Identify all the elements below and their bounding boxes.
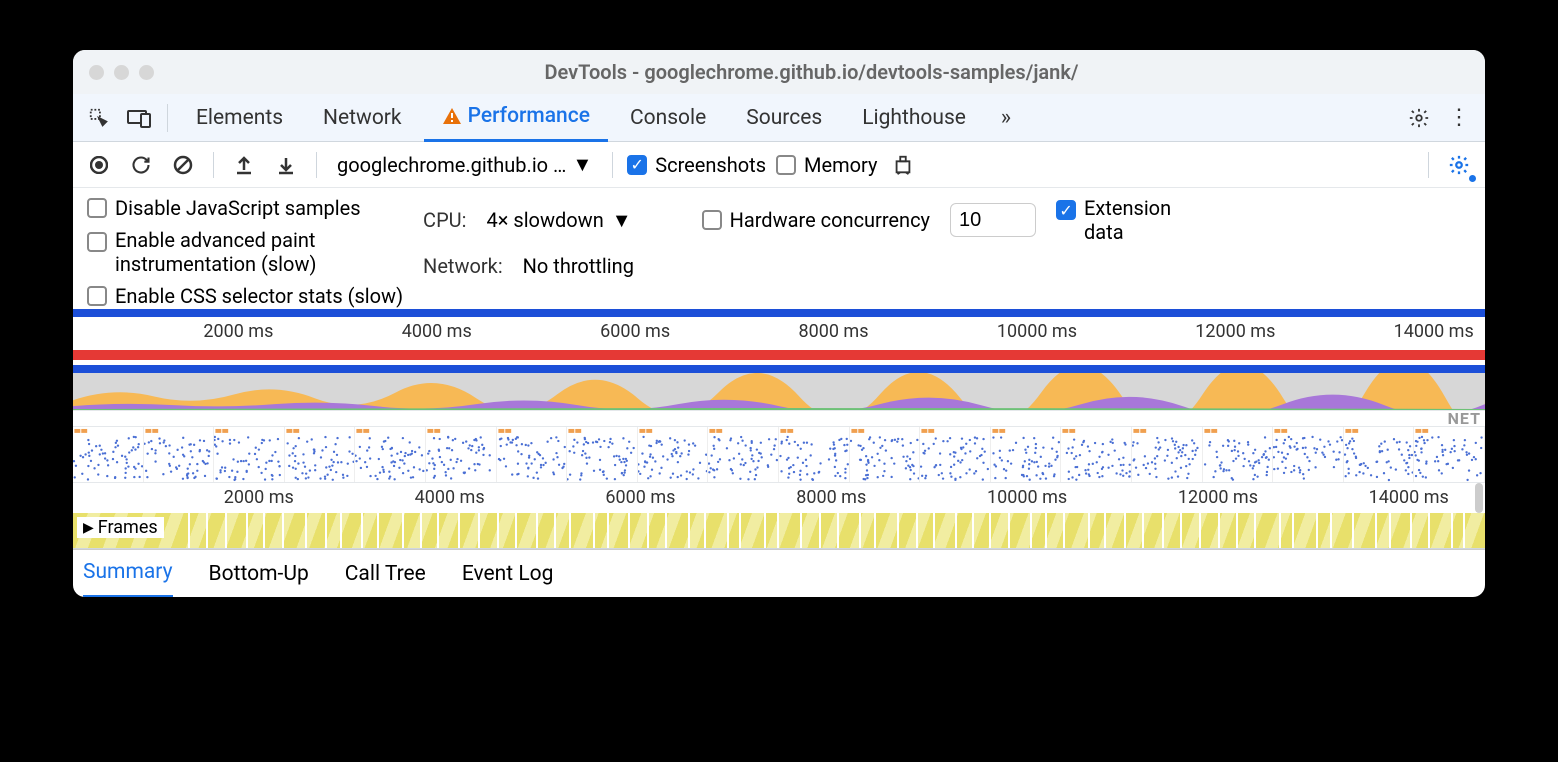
checkbox-checked-icon: ✓ xyxy=(627,155,647,175)
checkbox-icon xyxy=(87,232,107,252)
screenshot-thumb[interactable] xyxy=(779,427,850,482)
scrollbar[interactable] xyxy=(1475,483,1483,513)
titlebar: DevTools - googlechrome.github.io/devtoo… xyxy=(73,50,1485,94)
screenshot-thumb[interactable] xyxy=(1132,427,1203,482)
panel-tabbar: Elements Network Performance Console Sou… xyxy=(73,94,1485,142)
screenshot-thumb[interactable] xyxy=(214,427,285,482)
traffic-lights xyxy=(89,65,154,80)
memory-label: Memory xyxy=(804,153,877,177)
checkbox-icon xyxy=(87,198,107,218)
zoom-window-button[interactable] xyxy=(139,65,154,80)
tab-network[interactable]: Network xyxy=(305,94,420,142)
hardware-concurrency-checkbox[interactable]: Hardware concurrency xyxy=(702,208,930,232)
tab-summary[interactable]: Summary xyxy=(83,550,173,598)
checkbox-icon xyxy=(702,210,722,230)
screenshot-thumb[interactable] xyxy=(920,427,991,482)
screenshot-thumb[interactable] xyxy=(426,427,497,482)
origin-label: googlechrome.github.io … xyxy=(337,153,566,177)
screenshot-thumb[interactable] xyxy=(850,427,921,482)
screenshot-thumb[interactable] xyxy=(355,427,426,482)
screenshots-checkbox[interactable]: ✓ Screenshots xyxy=(627,153,766,177)
clear-button[interactable] xyxy=(167,149,199,181)
warning-icon xyxy=(442,107,462,125)
flamechart-ruler[interactable]: 2000 ms4000 ms6000 ms8000 ms10000 ms1200… xyxy=(73,483,1485,513)
network-lane[interactable]: NET xyxy=(73,411,1485,427)
screenshot-thumb[interactable] xyxy=(708,427,779,482)
devtools-window: DevTools - googlechrome.github.io/devtoo… xyxy=(73,50,1485,597)
disable-js-checkbox[interactable]: Disable JavaScript samples xyxy=(87,196,403,220)
record-button[interactable] xyxy=(83,149,115,181)
long-task-bar xyxy=(73,350,1485,360)
memory-checkbox[interactable]: Memory xyxy=(776,153,877,177)
tab-performance[interactable]: Performance xyxy=(424,94,608,142)
checkbox-icon xyxy=(776,155,796,175)
screenshot-thumb[interactable] xyxy=(1414,427,1485,482)
garbage-collect-button[interactable] xyxy=(887,149,919,181)
close-window-button[interactable] xyxy=(89,65,104,80)
capture-options: Disable JavaScript samples Enable advanc… xyxy=(73,188,1485,313)
screenshot-thumb[interactable] xyxy=(497,427,568,482)
hw-label: Hardware concurrency xyxy=(730,208,930,232)
window-title: DevTools - googlechrome.github.io/devtoo… xyxy=(154,60,1469,84)
settings-icon[interactable] xyxy=(1401,100,1437,136)
performance-toolbar: googlechrome.github.io … ▼ ✓ Screenshots… xyxy=(73,142,1485,188)
tab-sources[interactable]: Sources xyxy=(728,94,840,142)
disable-js-label: Disable JavaScript samples xyxy=(115,196,361,220)
screenshot-thumb[interactable] xyxy=(1203,427,1274,482)
tab-event-log[interactable]: Event Log xyxy=(462,550,554,598)
screenshot-thumb[interactable] xyxy=(144,427,215,482)
hardware-concurrency-input[interactable] xyxy=(950,203,1036,237)
overview-highlight: 2000 ms4000 ms6000 ms8000 ms10000 ms1200… xyxy=(73,309,1485,373)
capture-settings-icon[interactable] xyxy=(1443,149,1475,181)
upload-button[interactable] xyxy=(228,149,260,181)
download-button[interactable] xyxy=(270,149,302,181)
network-label: Network: xyxy=(423,254,503,278)
minimize-window-button[interactable] xyxy=(114,65,129,80)
checkbox-checked-icon: ✓ xyxy=(1056,200,1076,220)
device-toolbar-icon[interactable] xyxy=(121,100,157,136)
cpu-throttle-select[interactable]: 4× slowdown ▼ xyxy=(487,208,632,233)
tab-call-tree[interactable]: Call Tree xyxy=(345,550,426,598)
tab-lighthouse[interactable]: Lighthouse xyxy=(844,94,984,142)
screenshot-thumb[interactable] xyxy=(1344,427,1415,482)
tab-bottom-up[interactable]: Bottom-Up xyxy=(209,550,309,598)
more-tabs-icon[interactable]: » xyxy=(988,100,1024,136)
tab-elements[interactable]: Elements xyxy=(178,94,301,142)
advanced-paint-label: Enable advanced paint instrumentation (s… xyxy=(115,228,316,276)
screenshot-thumb[interactable] xyxy=(567,427,638,482)
net-label: NET xyxy=(1448,409,1481,428)
inspect-element-icon[interactable] xyxy=(81,100,117,136)
chevron-down-icon: ▼ xyxy=(612,208,632,233)
cpu-label: CPU: xyxy=(423,208,466,232)
screenshots-label: Screenshots xyxy=(655,153,766,177)
checkbox-icon xyxy=(87,286,107,306)
expand-icon: ▶ xyxy=(83,520,94,536)
extension-data-checkbox[interactable]: ✓ Extension data xyxy=(1056,196,1171,244)
frames-track[interactable]: ▶ Frames xyxy=(73,513,1485,549)
screenshot-thumb[interactable] xyxy=(1061,427,1132,482)
cpu-chart[interactable] xyxy=(73,373,1485,411)
css-selector-label: Enable CSS selector stats (slow) xyxy=(115,284,403,308)
divider xyxy=(167,104,168,132)
frames-label: ▶ Frames xyxy=(77,517,164,538)
extension-data-label: Extension data xyxy=(1084,196,1171,244)
network-value: No throttling xyxy=(523,254,634,278)
screenshot-filmstrip[interactable] xyxy=(73,427,1485,483)
overview-ruler[interactable]: 2000 ms4000 ms6000 ms8000 ms10000 ms1200… xyxy=(73,317,1485,365)
kebab-menu-icon[interactable]: ⋮ xyxy=(1441,100,1477,136)
screenshot-thumb[interactable] xyxy=(638,427,709,482)
css-selector-checkbox[interactable]: Enable CSS selector stats (slow) xyxy=(87,284,403,308)
chevron-down-icon: ▼ xyxy=(572,152,592,177)
screenshot-thumb[interactable] xyxy=(285,427,356,482)
tab-performance-label: Performance xyxy=(468,104,590,128)
details-tabs: Summary Bottom-Up Call Tree Event Log xyxy=(73,549,1485,597)
origin-dropdown[interactable]: googlechrome.github.io … ▼ xyxy=(331,152,598,177)
advanced-paint-checkbox[interactable]: Enable advanced paint instrumentation (s… xyxy=(87,228,403,276)
reload-record-button[interactable] xyxy=(125,149,157,181)
screenshot-thumb[interactable] xyxy=(1273,427,1344,482)
cpu-value: 4× slowdown xyxy=(487,208,604,232)
tab-console[interactable]: Console xyxy=(612,94,724,142)
screenshot-thumb[interactable] xyxy=(73,427,144,482)
screenshot-thumb[interactable] xyxy=(991,427,1062,482)
